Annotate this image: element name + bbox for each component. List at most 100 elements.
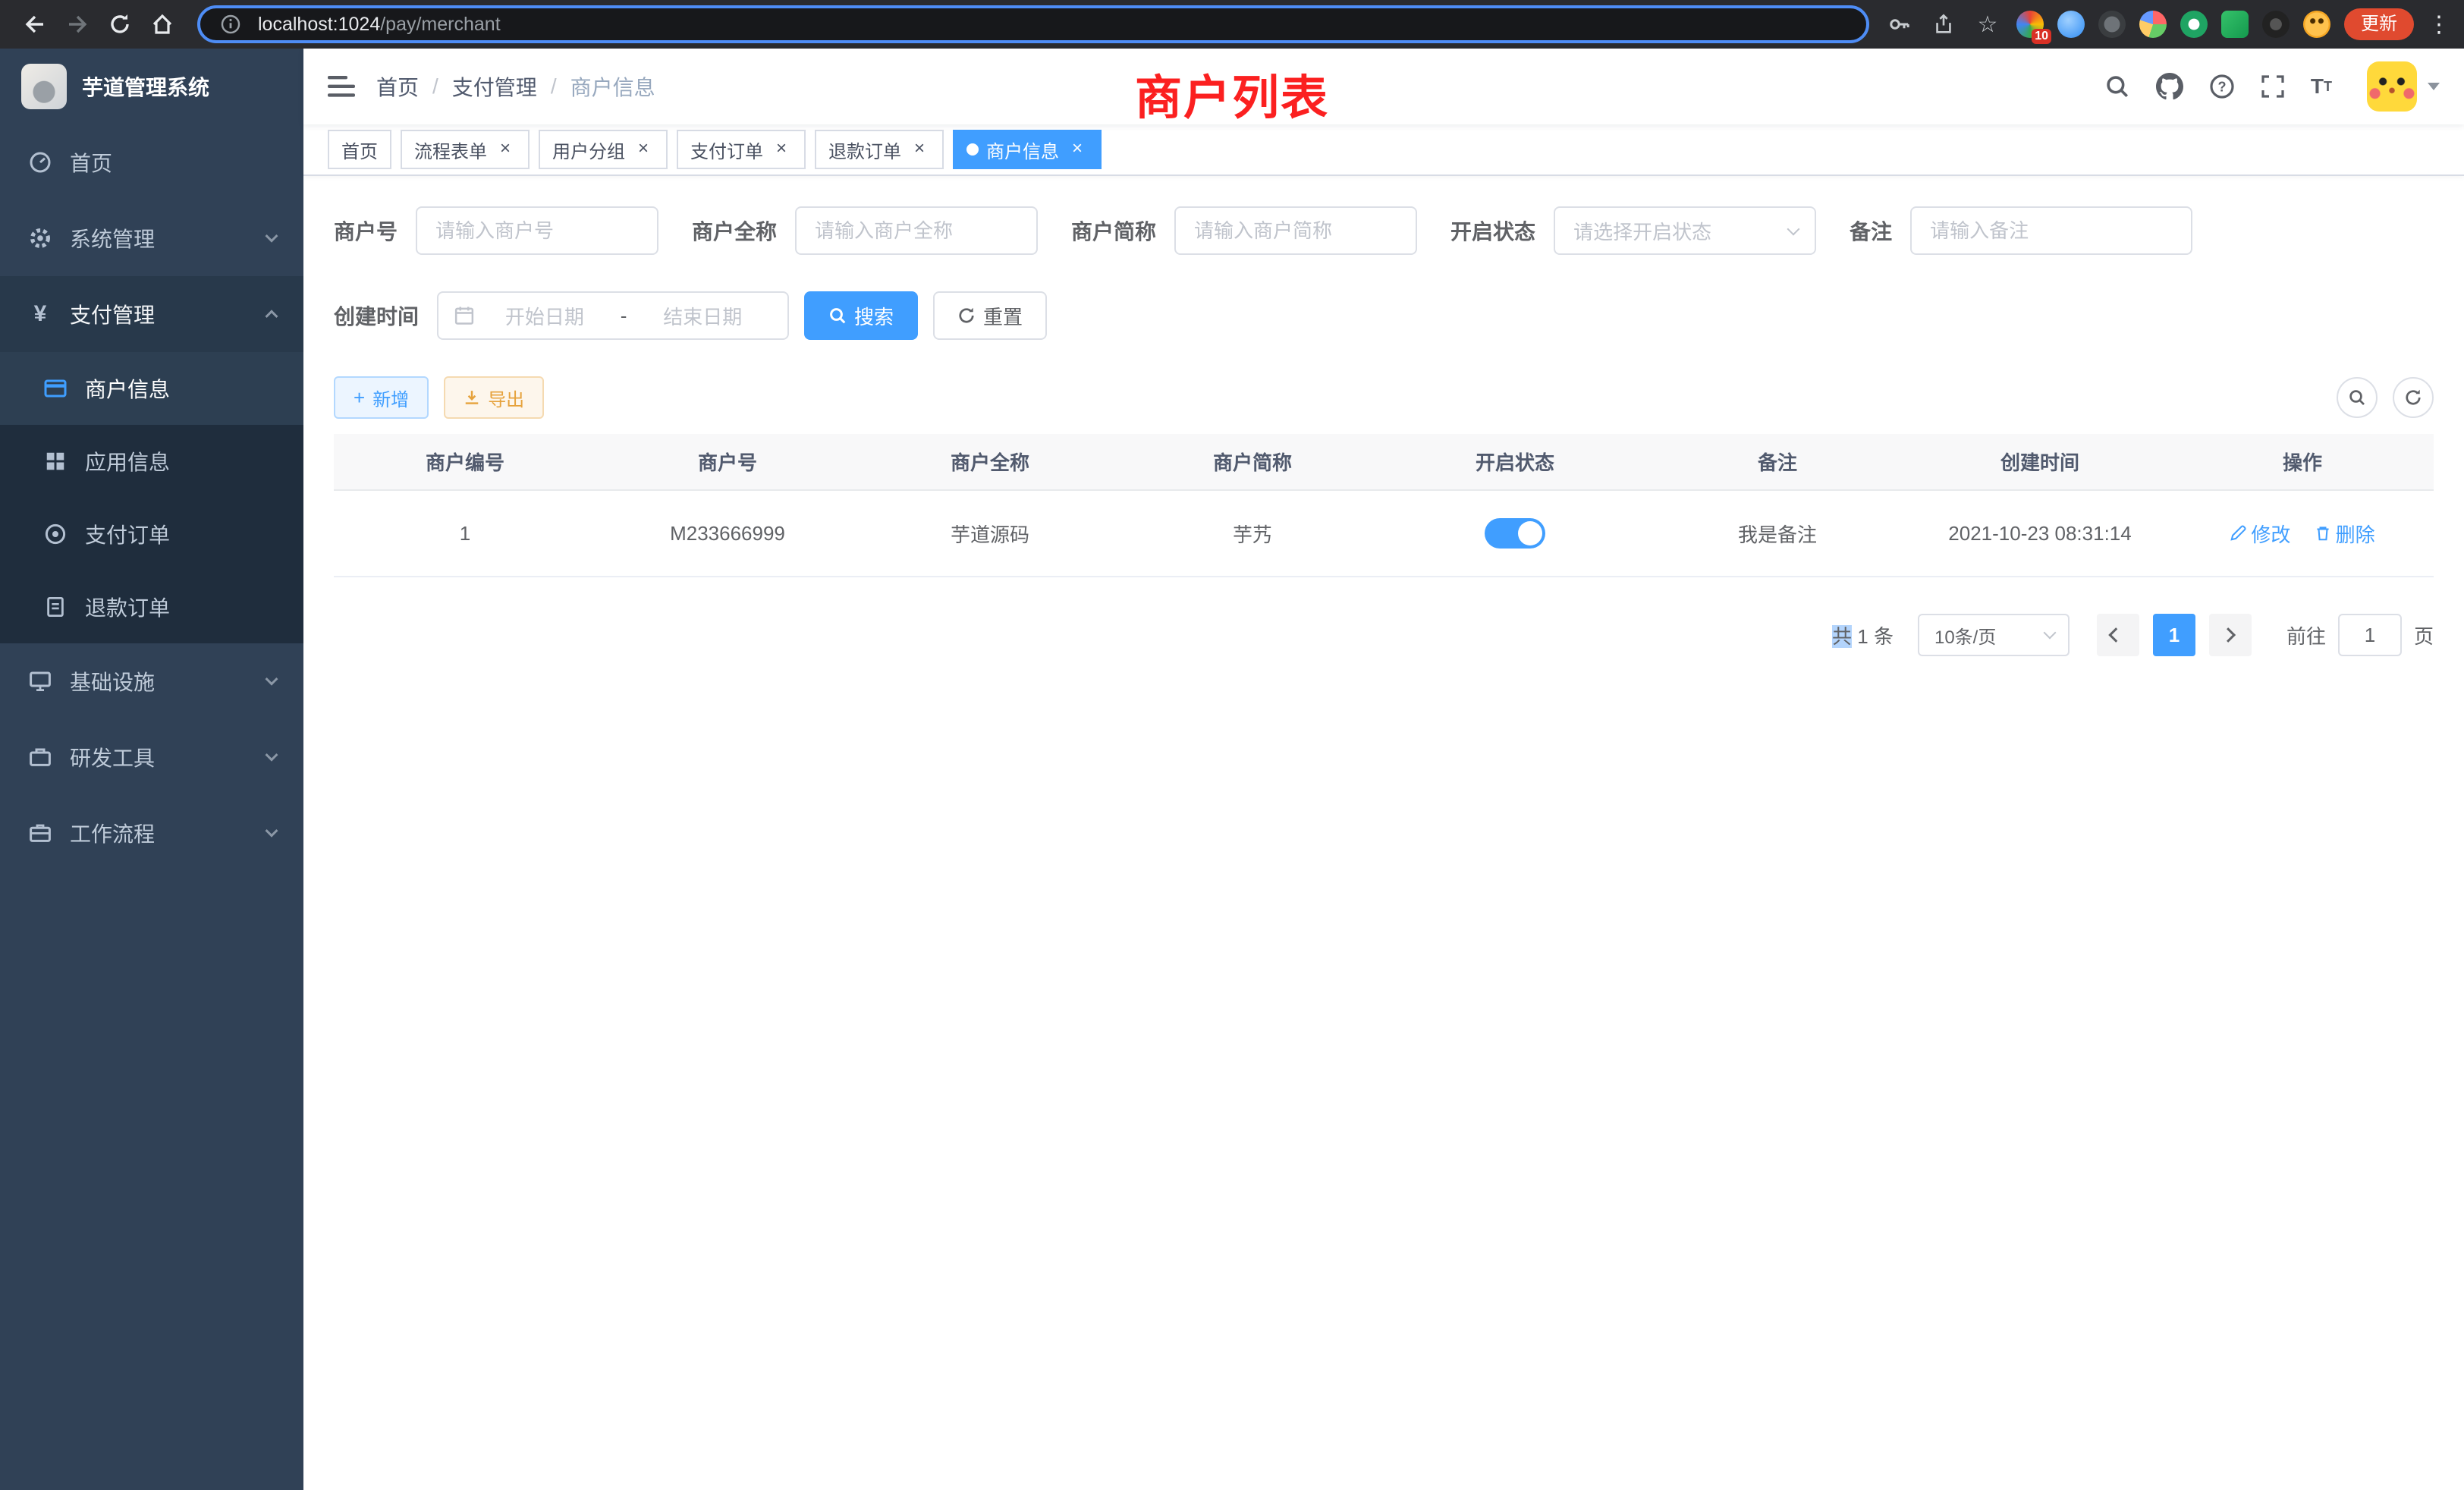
tab-home[interactable]: 首页 (328, 130, 391, 169)
sidebar-item-refund-orders[interactable]: 退款订单 (0, 571, 303, 643)
close-icon[interactable]: × (633, 139, 654, 160)
short-name-label: 商户简称 (1071, 215, 1156, 246)
sidebar-item-label: 首页 (70, 147, 112, 178)
date-separator: - (614, 304, 633, 328)
user-menu[interactable] (2367, 61, 2440, 112)
add-button[interactable]: + 新增 (334, 376, 429, 419)
tab-payment-orders[interactable]: 支付订单 × (677, 130, 806, 169)
prev-page-button[interactable] (2097, 614, 2139, 656)
browser-back-button[interactable] (15, 5, 55, 44)
short-name-input[interactable] (1174, 206, 1417, 255)
close-icon[interactable]: × (495, 139, 516, 160)
page-size-select[interactable]: 10条/页 (1918, 614, 2070, 656)
font-size-icon[interactable]: TT (2311, 76, 2332, 97)
remark-label: 备注 (1850, 215, 1892, 246)
navbar-actions: ? TT (2104, 61, 2440, 112)
goto-page-input[interactable] (2338, 614, 2402, 656)
search-button-label: 搜索 (854, 302, 894, 330)
url-path: /pay/merchant (380, 14, 500, 35)
page-info-icon[interactable] (215, 14, 246, 35)
sidebar-item-payment-orders[interactable]: 支付订单 (0, 498, 303, 571)
merchant-no-input[interactable] (416, 206, 658, 255)
page-1-button[interactable]: 1 (2153, 614, 2195, 656)
sidebar-item-home[interactable]: 首页 (0, 124, 303, 200)
extension-orange-face-icon[interactable] (2303, 11, 2330, 38)
status-toggle[interactable] (1485, 518, 1545, 549)
remark-input[interactable] (1910, 206, 2192, 255)
tags-view: 首页 流程表单 × 用户分组 × 支付订单 × 退款订单 × (303, 124, 2464, 176)
column-header: 商户号 (596, 434, 859, 490)
search-icon[interactable] (2104, 74, 2130, 99)
toolbox-icon (27, 745, 53, 769)
close-icon[interactable]: × (909, 139, 930, 160)
share-icon[interactable] (1928, 12, 1959, 36)
app-logo[interactable]: 芋道管理系统 (0, 49, 303, 124)
delete-link[interactable]: 删除 (2315, 520, 2375, 548)
document-icon (42, 596, 68, 618)
chevron-right-icon (2220, 627, 2236, 643)
extension-pinwheel-icon[interactable]: 10 (2016, 11, 2044, 38)
search-button[interactable]: 搜索 (804, 291, 918, 340)
sidebar-item-label: 商户信息 (85, 373, 170, 404)
reset-button[interactable]: 重置 (933, 291, 1047, 340)
toggle-search-button[interactable] (2337, 377, 2378, 418)
extension-multicolor-icon[interactable] (2139, 11, 2167, 38)
browser-chrome: localhost:1024/pay/merchant ☆ 10 更新 ⋮ (0, 0, 2464, 49)
tab-merchant-info[interactable]: 商户信息 × (953, 130, 1102, 169)
refresh-table-button[interactable] (2393, 377, 2434, 418)
search-icon (828, 306, 847, 325)
fullscreen-icon[interactable] (2261, 74, 2285, 99)
hamburger-icon[interactable] (328, 75, 355, 98)
status-select-placeholder: 请选择开启状态 (1573, 217, 1711, 245)
cell-create-time: 2021-10-23 08:31:14 (1909, 490, 2171, 577)
full-name-input[interactable] (795, 206, 1038, 255)
sidebar-item-app-info[interactable]: 应用信息 (0, 425, 303, 498)
breadcrumb-home[interactable]: 首页 (376, 71, 419, 102)
sidebar-item-label: 应用信息 (85, 446, 170, 476)
sidebar-item-label: 系统管理 (70, 223, 155, 253)
close-icon[interactable]: × (771, 139, 792, 160)
create-time-range-picker[interactable]: 开始日期 - 结束日期 (437, 291, 789, 340)
extension-green-square-icon[interactable] (2221, 11, 2249, 38)
goto-label: 前往 (2286, 621, 2326, 649)
tab-refund-orders[interactable]: 退款订单 × (815, 130, 944, 169)
bookmark-star-icon[interactable]: ☆ (1972, 11, 2003, 38)
sidebar-item-merchant-info[interactable]: 商户信息 (0, 352, 303, 425)
browser-update-button[interactable]: 更新 (2344, 8, 2414, 40)
browser-reload-button[interactable] (100, 5, 140, 44)
extension-blue-icon[interactable] (2057, 11, 2085, 38)
sidebar-item-dev-tools[interactable]: 研发工具 (0, 719, 303, 795)
breadcrumb-payment[interactable]: 支付管理 (452, 71, 537, 102)
sidebar-item-system[interactable]: 系统管理 (0, 200, 303, 276)
extension-black-icon[interactable] (2262, 11, 2290, 38)
extension-dark-icon[interactable] (2098, 11, 2126, 38)
address-bar[interactable]: localhost:1024/pay/merchant (197, 5, 1869, 43)
github-icon[interactable] (2156, 73, 2183, 100)
edit-link[interactable]: 修改 (2230, 520, 2290, 548)
browser-menu-icon[interactable]: ⋮ (2428, 11, 2446, 38)
sidebar-item-payment[interactable]: ¥ 支付管理 (0, 276, 303, 352)
browser-home-button[interactable] (143, 5, 182, 44)
status-select[interactable]: 请选择开启状态 (1554, 206, 1816, 255)
yen-icon: ¥ (27, 301, 53, 327)
sidebar-item-infrastructure[interactable]: 基础设施 (0, 643, 303, 719)
browser-forward-button[interactable] (58, 5, 97, 44)
caret-down-icon (2428, 83, 2440, 90)
toolbar-right (2337, 377, 2434, 418)
tab-user-group[interactable]: 用户分组 × (539, 130, 668, 169)
table-toolbar: + 新增 导出 (334, 376, 2434, 419)
monitor-icon (27, 669, 53, 693)
tab-process-form[interactable]: 流程表单 × (401, 130, 530, 169)
help-icon[interactable]: ? (2209, 74, 2235, 99)
sidebar-item-workflow[interactable]: 工作流程 (0, 795, 303, 871)
next-page-button[interactable] (2209, 614, 2252, 656)
grid-icon (42, 450, 68, 473)
tab-label: 流程表单 (414, 137, 487, 163)
extension-green-circle-icon[interactable] (2180, 11, 2208, 38)
close-icon[interactable]: × (1067, 139, 1088, 160)
tab-label: 支付订单 (690, 137, 763, 163)
password-key-icon[interactable] (1884, 12, 1915, 36)
reset-button-label: 重置 (983, 302, 1023, 330)
filter-row-1: 商户号 商户全称 商户简称 开启状态 请选择开启状态 备注 (334, 206, 2434, 255)
export-button[interactable]: 导出 (444, 376, 544, 419)
